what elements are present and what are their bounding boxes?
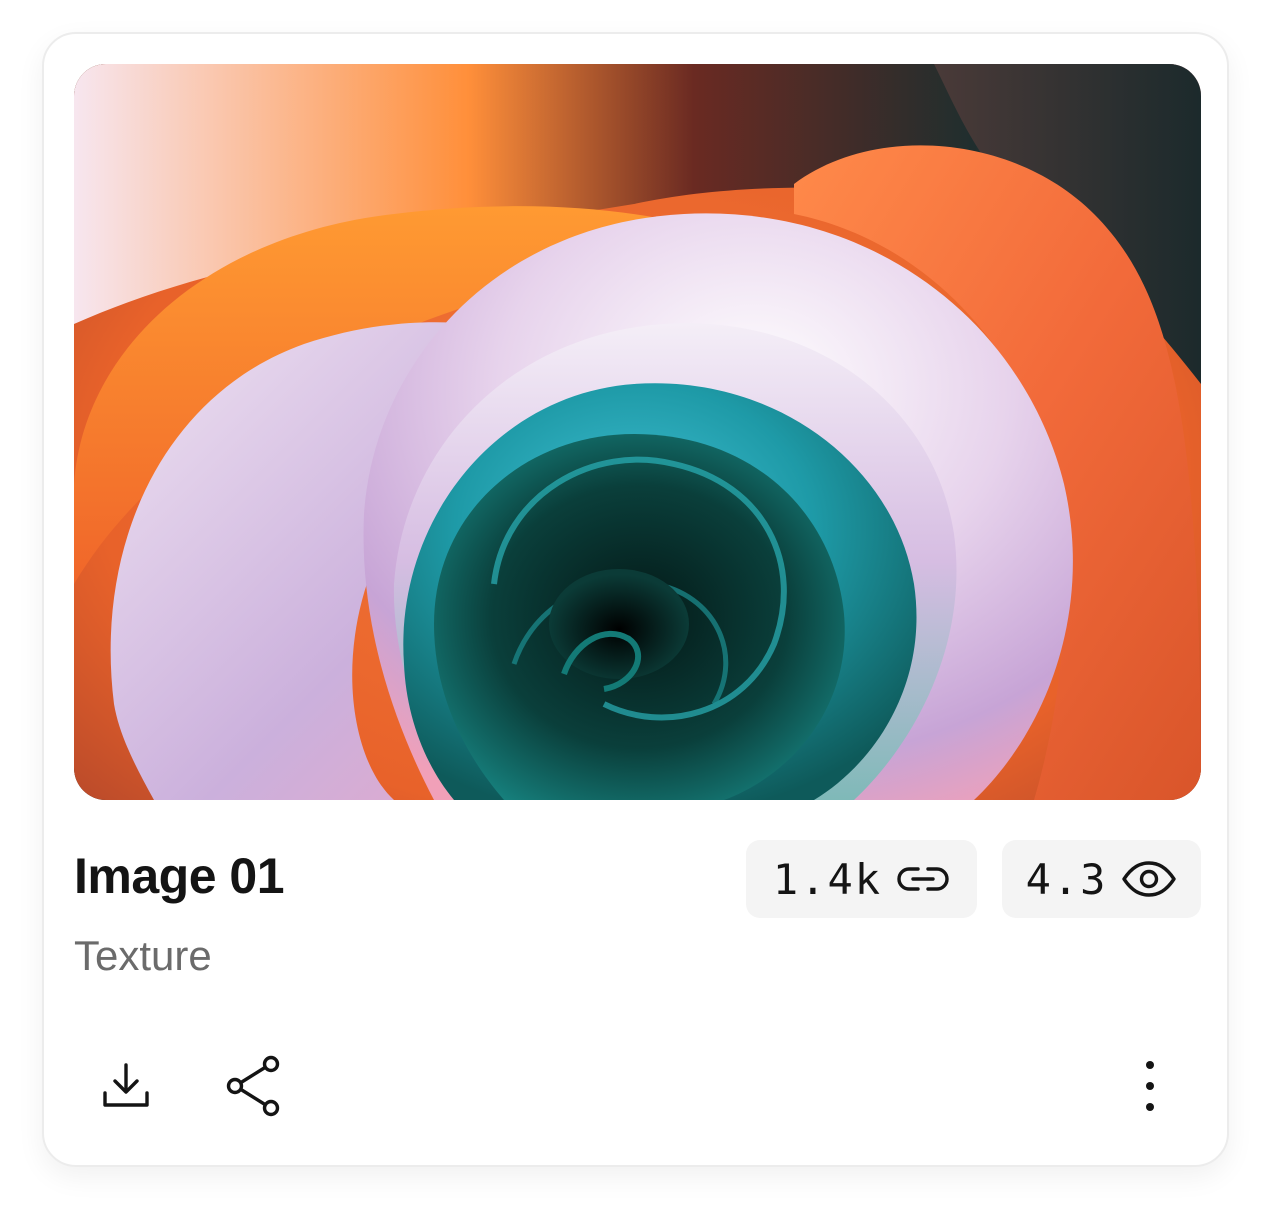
card-image[interactable] — [74, 64, 1201, 800]
views-count: 4.3 — [1025, 854, 1108, 904]
more-options-button[interactable] — [1118, 1054, 1182, 1118]
download-button[interactable] — [94, 1054, 158, 1118]
link-icon — [897, 867, 949, 891]
image-category: Texture — [74, 932, 212, 979]
rose-texture-image — [74, 64, 1201, 800]
download-icon — [103, 1063, 149, 1107]
share-button[interactable] — [222, 1054, 286, 1118]
more-vertical-icon — [1146, 1061, 1154, 1111]
image-card: Image 01 Texture 1.4k 4.3 — [42, 32, 1229, 1167]
share-icon — [226, 1055, 280, 1117]
links-count: 1.4k — [772, 854, 883, 904]
views-stat[interactable]: 4.3 — [1002, 840, 1201, 918]
links-stat[interactable]: 1.4k — [746, 840, 977, 918]
image-title: Image 01 — [74, 848, 285, 904]
eye-icon — [1122, 861, 1177, 897]
